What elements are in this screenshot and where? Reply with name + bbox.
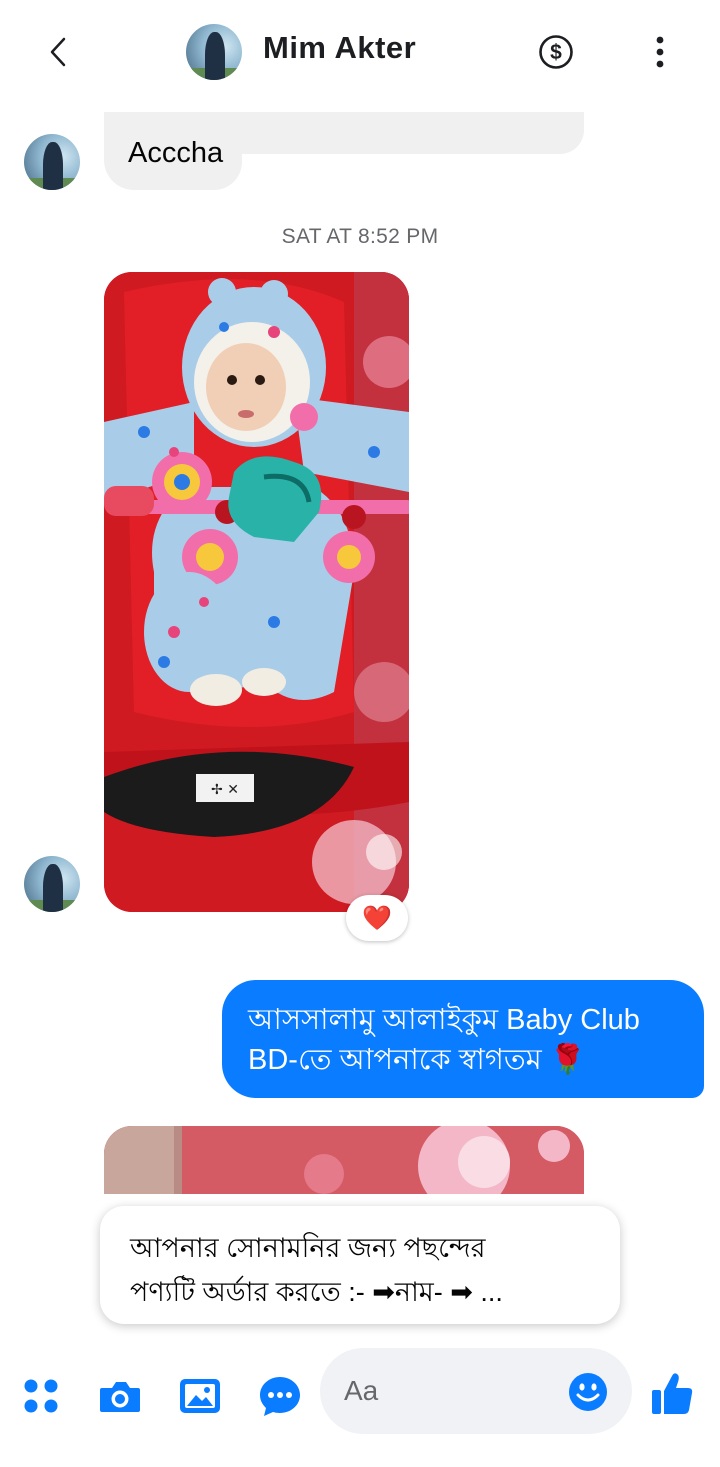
- emoji-icon: [569, 1373, 607, 1411]
- heart-reaction[interactable]: ❤️: [346, 895, 408, 941]
- chat-button[interactable]: [258, 1374, 302, 1418]
- contact-avatar[interactable]: [186, 24, 242, 80]
- camera-button[interactable]: [98, 1374, 142, 1418]
- sender-avatar[interactable]: [24, 134, 80, 190]
- partial-photo-message[interactable]: [104, 1126, 584, 1194]
- suggestion-line: আপনার সোনামনির জন্য পছন্দের: [130, 1233, 486, 1263]
- svg-text:$: $: [550, 41, 562, 64]
- fabric-photo: [104, 1126, 584, 1194]
- message-input[interactable]: [344, 1370, 564, 1412]
- photo-message[interactable]: ✢ ✕: [104, 272, 409, 912]
- chat-bubble-icon: [260, 1377, 300, 1416]
- baby-in-bouncer-photo: ✢ ✕: [104, 272, 409, 912]
- emoji-button[interactable]: [568, 1372, 608, 1412]
- chevron-left-icon: [50, 37, 66, 67]
- contact-name[interactable]: Mim Akter: [263, 30, 416, 66]
- payment-button[interactable]: $: [538, 34, 574, 70]
- gallery-button[interactable]: [178, 1374, 222, 1418]
- chat-header: Mim Akter $: [0, 0, 720, 104]
- quick-reply-suggestion[interactable]: আপনার সোনামনির জন্য পছন্দের পণ্যটি অর্ডা…: [100, 1206, 620, 1324]
- messenger-chat-screen: Mim Akter $ Acccha SAT AT 8:52 PM ✢ ✕ ❤️…: [0, 0, 720, 1467]
- message-input-wrapper: [320, 1348, 632, 1434]
- gallery-icon: [180, 1379, 220, 1413]
- sender-avatar[interactable]: [24, 856, 80, 912]
- dollar-circle-icon: $: [539, 35, 573, 69]
- menu-grid-icon: [24, 1379, 58, 1413]
- outgoing-message-bubble[interactable]: আসসালামু আলাইকুম Baby Club BD-তে আপনাকে …: [222, 980, 704, 1098]
- like-button[interactable]: [650, 1370, 694, 1414]
- suggestion-line: পণ্যটি অর্ডার করতে :- ➡নাম- ➡ ...: [130, 1277, 503, 1307]
- thumbs-up-icon: [652, 1373, 693, 1414]
- message-composer: [0, 1346, 720, 1442]
- incoming-message-text: Acccha: [128, 137, 224, 169]
- heart-icon: ❤️: [362, 904, 392, 932]
- more-options-button[interactable]: [648, 34, 672, 70]
- outgoing-message-line: আসসালামু আলাইকুম Baby Club: [248, 1004, 640, 1036]
- camera-icon: [100, 1382, 140, 1412]
- svg-text:✢ ✕: ✢ ✕: [211, 782, 239, 798]
- message-timestamp: SAT AT 8:52 PM: [281, 225, 439, 248]
- vertical-dots-icon: [656, 36, 664, 68]
- outgoing-message-line: BD-তে আপনাকে স্বাগতম 🌹: [248, 1044, 586, 1076]
- back-button[interactable]: [40, 32, 76, 72]
- menu-grid-button[interactable]: [20, 1374, 64, 1418]
